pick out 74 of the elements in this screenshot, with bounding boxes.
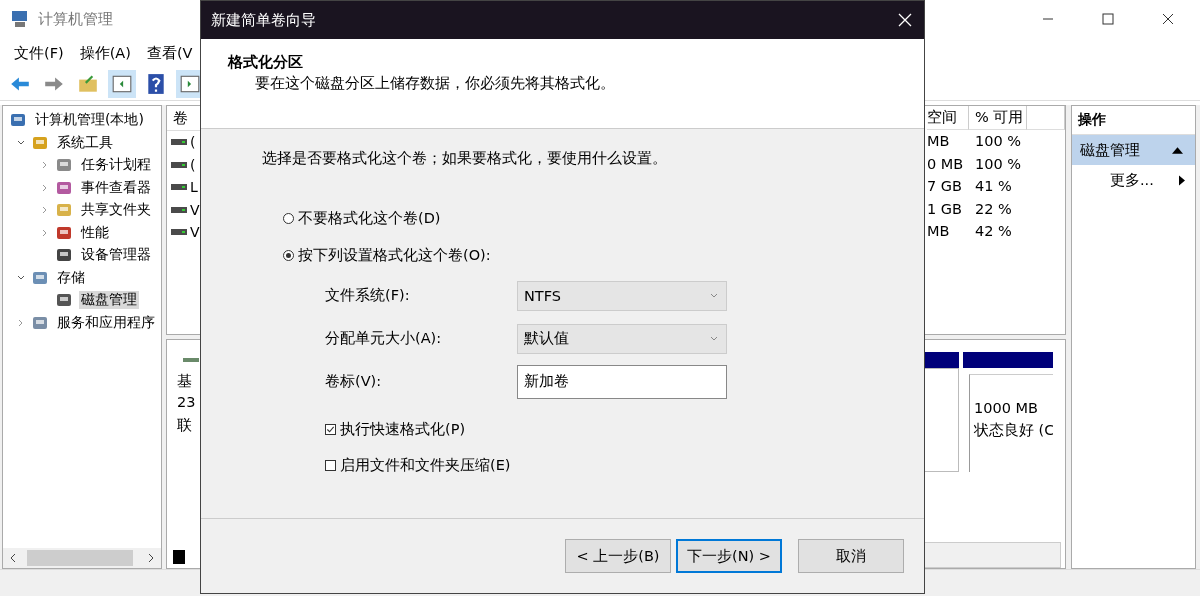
table-cell-text: MB (927, 223, 951, 240)
input-field[interactable]: 新加卷 (517, 364, 727, 399)
scroll-right-icon[interactable] (147, 553, 155, 563)
radio-label[interactable]: 按下列设置格式化这个卷(O): (298, 246, 491, 265)
drive-icon (171, 138, 187, 147)
drive-icon (171, 160, 187, 169)
dialog-title: 新建简单卷向导 (211, 10, 316, 30)
table-cell: V (190, 224, 200, 241)
collapse-triangle-icon[interactable] (1172, 146, 1183, 154)
drive-icon (171, 205, 187, 214)
action-link[interactable]: 更多... (1110, 170, 1154, 190)
radio-button[interactable] (283, 213, 294, 224)
maximize-icon[interactable] (1102, 13, 1114, 25)
field-label: 卷标(V): (325, 372, 383, 391)
table-cell-text: 7 GB (927, 178, 964, 195)
tree-item[interactable]: 磁盘管理 (79, 291, 139, 310)
page-description: 要在这个磁盘分区上储存数据，你必须先将其格式化。 (254, 74, 616, 93)
scroll-left-icon[interactable] (9, 553, 17, 563)
column-header[interactable]: 空间 (927, 106, 969, 130)
table-cell: 41 % (975, 178, 1012, 195)
checkbox[interactable] (325, 459, 336, 471)
checkbox-label[interactable]: 执行快速格式化(P) (340, 419, 466, 439)
dropdown[interactable]: 默认值 (517, 323, 727, 354)
radio-label[interactable]: 不要格式化这个卷(D) (298, 209, 441, 228)
menu-item[interactable]: 操作(A) (71, 43, 139, 63)
dialog-button[interactable]: 取消 (798, 539, 904, 573)
checkbox[interactable] (325, 423, 336, 435)
tree-item[interactable]: 计算机管理(本地) (33, 111, 146, 130)
table-cell-text: 0 MB (927, 155, 965, 172)
disk-label-text: 联 (177, 416, 193, 435)
field-label: 分配单元大小(A): (325, 329, 443, 348)
disk-label-text: 基 (177, 372, 193, 391)
tree-item[interactable]: 共享文件夹 (79, 201, 153, 220)
table-cell: ( (190, 156, 196, 173)
table-cell-text: 1 GB (927, 200, 964, 217)
tree-item[interactable]: 系统工具 (55, 133, 115, 152)
tree-item[interactable]: 服务和应用程序 (55, 313, 157, 332)
table-cell: 22 % (975, 200, 1012, 217)
panel-icon[interactable] (108, 70, 136, 98)
table-cell: 100 % (975, 155, 1022, 172)
tree-item[interactable]: 事件查看器 (79, 178, 153, 197)
table-cell: L (190, 179, 198, 196)
partition-text: 1000 MB (974, 399, 1039, 418)
dropdown[interactable]: NTFS (517, 280, 727, 311)
table-cell: 100 % (975, 133, 1022, 150)
tree-item[interactable]: 存储 (55, 268, 87, 287)
tree-item[interactable]: 设备管理器 (79, 246, 153, 265)
instruction-text: 选择是否要格式化这个卷；如果要格式化，要使用什么设置。 (262, 149, 668, 168)
page-heading: 格式化分区 (228, 53, 304, 72)
table-cell-text: MB (927, 133, 951, 150)
table-cell: ( (190, 134, 196, 151)
window-title: 计算机管理 (38, 9, 113, 29)
partition-text: 状态良好 (C (974, 421, 1053, 440)
dialog-button[interactable]: < 上一步(B) (565, 539, 671, 573)
partition-box[interactable]: 1000 MB 状态良好 (C (969, 374, 1053, 472)
column-header[interactable]: % 可用 (969, 106, 1027, 130)
table-cell: V (190, 201, 200, 218)
legend-swatch (173, 550, 185, 564)
disk-label-text: 23 (177, 394, 197, 412)
tree-item[interactable]: 性能 (79, 223, 111, 242)
menu-item[interactable]: 查看(V (138, 43, 201, 63)
actions-section[interactable]: 磁盘管理 (1072, 135, 1195, 165)
dialog-button[interactable]: 下一步(N) > (676, 539, 782, 573)
field-label: 文件系统(F): (325, 286, 411, 305)
drive-icon (171, 228, 187, 237)
horizontal-scrollbar[interactable] (3, 548, 161, 568)
radio-button[interactable] (283, 250, 294, 261)
checkbox-label[interactable]: 启用文件和文件夹压缩(E) (340, 455, 511, 475)
tree-item[interactable]: 任务计划程 (79, 156, 153, 175)
close-icon[interactable] (1162, 13, 1174, 25)
table-cell: 42 % (975, 223, 1012, 240)
submenu-triangle-icon[interactable] (1179, 174, 1185, 186)
menu-item[interactable]: 文件(F) (6, 43, 72, 63)
drive-icon (171, 183, 187, 192)
